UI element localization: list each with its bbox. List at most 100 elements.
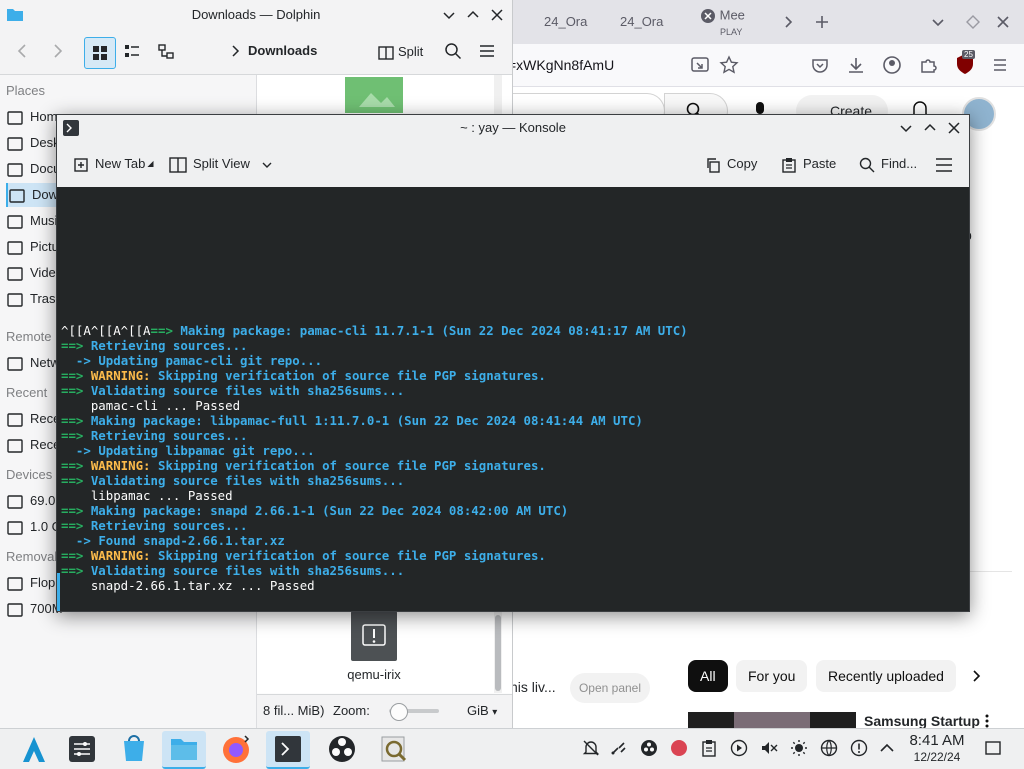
unit-label: GiB: [467, 703, 489, 718]
media-player-icon[interactable]: [730, 739, 748, 757]
firefox-tab[interactable]: 24_Ora: [544, 8, 606, 36]
video-thumbnail-image: [734, 712, 810, 728]
zoom-slider[interactable]: [389, 703, 439, 721]
place-700m[interactable]: 700M: [6, 597, 63, 621]
kde-connect-icon[interactable]: [610, 739, 628, 757]
extensions-icon[interactable]: [918, 55, 938, 75]
task-kfind[interactable]: [372, 731, 416, 767]
icons-view-button[interactable]: [84, 37, 116, 69]
task-discover[interactable]: [112, 731, 156, 767]
maximize-icon[interactable]: [923, 121, 937, 135]
find-button[interactable]: Find...: [859, 151, 917, 177]
unit-selector[interactable]: GiB ▾: [467, 703, 497, 718]
split-button[interactable]: Split: [378, 42, 423, 62]
updates-icon[interactable]: [850, 739, 868, 757]
tab-list-icon[interactable]: [928, 12, 948, 32]
terminal-segment: ->: [61, 533, 99, 548]
task-system-settings[interactable]: [60, 731, 104, 767]
terminal-segment: Validating source files with sha256sums.…: [90, 563, 405, 578]
video-title[interactable]: Samsung Startup: [864, 713, 980, 728]
terminal-segment: snapd-2.66.1.tar.xz ... Passed: [61, 578, 315, 593]
pocket-icon[interactable]: [810, 55, 830, 75]
close-icon[interactable]: [490, 8, 504, 22]
open-panel-button[interactable]: Open panel: [570, 673, 650, 703]
chevron-down-icon: [262, 162, 272, 168]
zoom-slider-handle[interactable]: [389, 703, 408, 721]
scrollbar-thumb[interactable]: [495, 615, 501, 691]
split-view-button[interactable]: Split View: [169, 151, 273, 177]
split-view-label: Split View: [193, 156, 250, 171]
picture-in-picture-icon[interactable]: [690, 55, 710, 75]
network-icon[interactable]: [820, 739, 838, 757]
paste-button[interactable]: Paste: [781, 151, 836, 177]
brightness-icon[interactable]: [790, 739, 808, 757]
chip-recently-uploaded[interactable]: Recently uploaded: [816, 660, 956, 692]
video-thumbnail[interactable]: [688, 712, 856, 728]
terminal-line: ==> Validating source files with sha256s…: [61, 563, 688, 578]
details-view-icon[interactable]: [158, 44, 174, 60]
chip-all[interactable]: All: [688, 660, 728, 692]
minimize-icon[interactable]: [899, 121, 913, 135]
app-launcher[interactable]: [12, 731, 56, 767]
terminal-line: pamac-cli ... Passed: [61, 398, 688, 413]
window-title: ~ : yay — Konsole: [57, 115, 969, 141]
task-konsole[interactable]: [266, 731, 310, 769]
compact-view-icon[interactable]: [124, 44, 140, 60]
diamond-icon[interactable]: [963, 12, 983, 32]
hamburger-menu-icon[interactable]: [478, 42, 496, 60]
minimize-icon[interactable]: [442, 8, 456, 22]
firefox-tab[interactable]: Mee PLAY: [700, 4, 770, 40]
close-icon[interactable]: [947, 121, 961, 135]
url-bar[interactable]: =xWKgNn8fAmU: [508, 50, 780, 80]
task-obs[interactable]: [320, 731, 364, 767]
place-69-0[interactable]: 69.0: [6, 489, 55, 513]
show-desktop-icon[interactable]: [984, 739, 1002, 757]
volume-muted-icon[interactable]: [760, 739, 778, 757]
maximize-icon[interactable]: [466, 8, 480, 22]
notifications-off-icon[interactable]: [582, 739, 600, 757]
obs-tray-icon[interactable]: [640, 739, 658, 757]
breadcrumb[interactable]: Downloads: [248, 43, 317, 58]
terminal-line: -> Updating libpamac git repo...: [61, 443, 688, 458]
chevron-right-icon[interactable]: [968, 668, 984, 684]
record-icon[interactable]: [670, 739, 688, 757]
menu-icon[interactable]: [990, 55, 1010, 75]
task-firefox[interactable]: [214, 731, 258, 767]
terminal-view[interactable]: ^[[A^[[A^[[A==> Making package: pamac-cl…: [57, 187, 969, 611]
new-tab-button[interactable]: New Tab ◢: [73, 151, 154, 177]
ublock-icon[interactable]: 25: [954, 50, 976, 76]
tab-label: Mee: [719, 7, 745, 23]
recent-locations-icon: [6, 437, 24, 455]
copy-button[interactable]: Copy: [705, 151, 757, 177]
terminal-segment: Skipping verification of source file PGP…: [157, 368, 546, 383]
downloads-icon[interactable]: [846, 55, 866, 75]
place-trash[interactable]: Trash: [6, 287, 63, 311]
search-icon[interactable]: [444, 42, 462, 60]
place-1-0-g[interactable]: 1.0 G: [6, 515, 62, 539]
task-dolphin[interactable]: [162, 731, 206, 769]
konsole-titlebar: ~ : yay — Konsole: [57, 115, 969, 141]
firefox-tab[interactable]: 24_Ora: [620, 8, 682, 36]
new-tab-icon[interactable]: [812, 12, 832, 32]
downloads-icon: [8, 187, 26, 205]
zoom-label: Zoom:: [333, 703, 370, 718]
url-text: =xWKgNn8fAmU: [508, 57, 615, 73]
expand-tray-icon[interactable]: [878, 739, 896, 757]
account-icon[interactable]: [882, 55, 902, 75]
place-label: 69.0: [30, 493, 56, 508]
file-name[interactable]: qemu-irix: [317, 667, 431, 682]
close-window-icon[interactable]: [993, 12, 1013, 32]
clock[interactable]: 8:41 AM 12/22/24: [904, 731, 970, 764]
file-icon[interactable]: [351, 611, 397, 661]
hamburger-menu-icon[interactable]: [935, 157, 953, 173]
chevron-right-icon[interactable]: [778, 12, 798, 32]
chip-for-you[interactable]: For you: [736, 660, 808, 692]
optical-disc-icon: [6, 601, 24, 619]
split-label: Split: [398, 44, 424, 59]
bookmark-star-icon[interactable]: [719, 55, 739, 75]
clipboard-icon[interactable]: [700, 739, 718, 757]
more-options-icon[interactable]: [984, 714, 990, 728]
forward-icon[interactable]: [48, 42, 66, 60]
image-file-thumbnail[interactable]: [345, 77, 403, 113]
back-icon[interactable]: [14, 42, 32, 60]
